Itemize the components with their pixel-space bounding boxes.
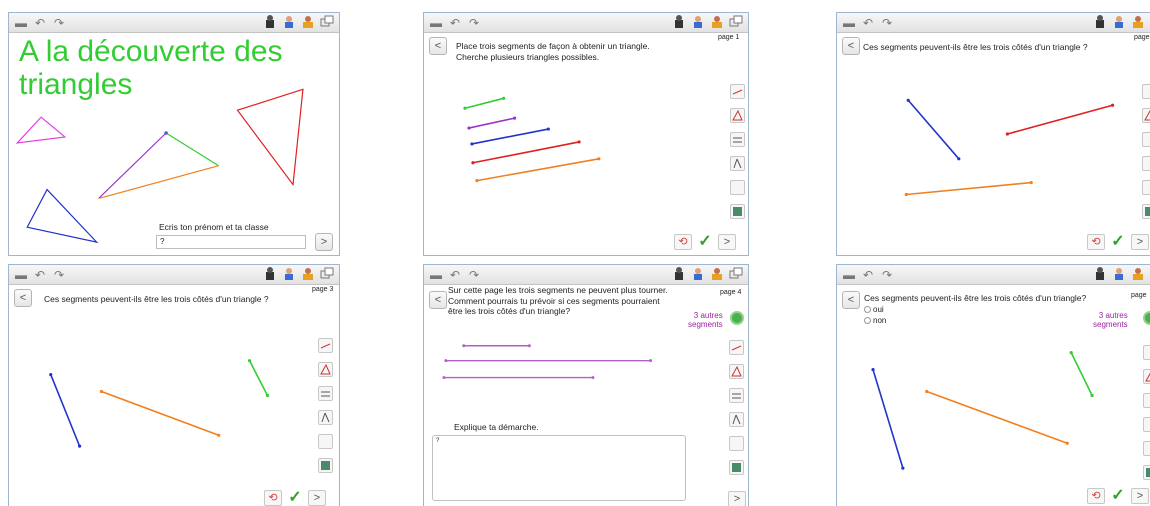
compass-tool-icon[interactable] xyxy=(1142,156,1150,171)
bottom-actions: ⟲ ✓ > xyxy=(1087,234,1149,250)
validate-check-icon[interactable]: ✓ xyxy=(1109,488,1127,504)
bottom-actions: ⟲ ✓ > xyxy=(674,234,736,250)
tool-palette xyxy=(1143,345,1150,480)
segment-tool-icon[interactable] xyxy=(729,340,744,355)
bottom-actions: ⟲ ✓ > xyxy=(1087,488,1149,504)
segment-tool-icon[interactable] xyxy=(730,84,745,99)
triangle-tool-icon[interactable] xyxy=(730,108,745,123)
explain-textarea[interactable]: ? xyxy=(432,435,686,501)
name-input[interactable]: ? xyxy=(156,235,306,249)
panel-page-2: ▬ ↶ ↷ < Ces segments peuvent-ils être le… xyxy=(836,12,1150,256)
reset-icon[interactable]: ⟲ xyxy=(1087,234,1105,250)
triangle-tool-icon[interactable] xyxy=(1142,108,1150,123)
rotatable-segments[interactable] xyxy=(837,13,1150,255)
segment-tool-icon[interactable] xyxy=(318,338,333,353)
calculator-icon[interactable] xyxy=(1142,204,1150,219)
tool-palette xyxy=(318,338,333,473)
compass-tool-icon[interactable] xyxy=(318,410,333,425)
calculator-icon[interactable] xyxy=(730,204,745,219)
blank-tool-icon[interactable] xyxy=(1142,180,1150,195)
panel-page-5: ▬ ↶ ↷ < Ces segments peuvent-ils être le… xyxy=(836,264,1150,506)
blank-tool-icon[interactable] xyxy=(1143,441,1150,456)
next-button[interactable]: > xyxy=(1131,234,1149,250)
measure-tool-icon[interactable] xyxy=(1143,393,1150,408)
tool-palette xyxy=(730,84,745,219)
measure-tool-icon[interactable] xyxy=(730,132,745,147)
measure-tool-icon[interactable] xyxy=(1142,132,1150,147)
calculator-icon[interactable] xyxy=(729,460,744,475)
measure-tool-icon[interactable] xyxy=(318,386,333,401)
segment-tool-icon[interactable] xyxy=(1143,345,1150,360)
draggable-segments[interactable] xyxy=(424,13,748,255)
panel-page-4: ▬ ↶ ↷ < Sur cette page les trois segment… xyxy=(423,264,749,506)
compass-tool-icon[interactable] xyxy=(730,156,745,171)
blank-tool-icon[interactable] xyxy=(729,436,744,451)
explain-label: Explique ta démarche. xyxy=(454,422,539,432)
triangle-tool-icon[interactable] xyxy=(1143,369,1150,384)
reset-icon[interactable]: ⟲ xyxy=(1087,488,1105,504)
next-button[interactable]: > xyxy=(728,491,746,506)
bottom-actions: ⟲ ✓ > xyxy=(264,490,326,506)
rotatable-segments[interactable] xyxy=(9,265,339,506)
triangle-tool-icon[interactable] xyxy=(729,364,744,379)
blank-tool-icon[interactable] xyxy=(730,180,745,195)
tool-palette xyxy=(729,340,744,475)
reset-icon[interactable]: ⟲ xyxy=(264,490,282,506)
panel-page-3: ▬ ↶ ↷ < Ces segments peuvent-ils être le… xyxy=(8,264,340,506)
name-prompt: Ecris ton prénom et ta classe xyxy=(159,222,269,232)
rotatable-segments[interactable] xyxy=(837,265,1150,506)
calculator-icon[interactable] xyxy=(318,458,333,473)
blank-tool-icon[interactable] xyxy=(318,434,333,449)
triangle-tool-icon[interactable] xyxy=(318,362,333,377)
triangles-illustration xyxy=(15,88,304,244)
validate-check-icon[interactable]: ✓ xyxy=(696,234,714,250)
calculator-icon[interactable] xyxy=(1143,465,1150,480)
reset-icon[interactable]: ⟲ xyxy=(674,234,692,250)
validate-check-icon[interactable]: ✓ xyxy=(286,490,304,506)
tool-palette xyxy=(1142,84,1150,219)
next-button[interactable]: > xyxy=(718,234,736,250)
compass-tool-icon[interactable] xyxy=(729,412,744,427)
panel-page-1: ▬ ↶ ↷ < Place trois segments de façon à … xyxy=(423,12,749,256)
validate-check-icon[interactable]: ✓ xyxy=(1109,234,1127,250)
segment-tool-icon[interactable] xyxy=(1142,84,1150,99)
compass-tool-icon[interactable] xyxy=(1143,417,1150,432)
bottom-actions: > xyxy=(728,491,746,506)
next-button[interactable]: > xyxy=(315,233,333,251)
measure-tool-icon[interactable] xyxy=(729,388,744,403)
panel-title-page: ▬ ↶ ↷ A la découverte des triangles Ecri… xyxy=(8,12,340,256)
next-button[interactable]: > xyxy=(1131,488,1149,504)
next-button[interactable]: > xyxy=(308,490,326,506)
